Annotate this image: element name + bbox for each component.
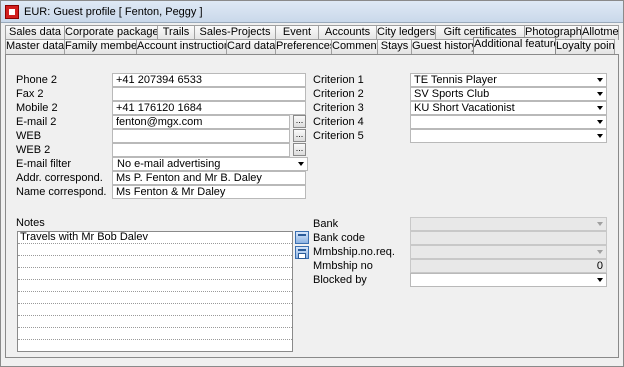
tab-guest-history[interactable]: Guest history	[411, 39, 474, 54]
tab-loyalty-points[interactable]: Loyalty points	[555, 39, 615, 54]
bank-select[interactable]	[410, 217, 607, 231]
tab-family-member[interactable]: Family member	[64, 39, 137, 54]
tab-card-data[interactable]: Card data	[226, 39, 276, 54]
tab-event[interactable]: Event	[275, 25, 319, 40]
criterion1-label: Criterion 1	[313, 74, 364, 86]
blocked-by-label: Blocked by	[313, 274, 367, 286]
email2-browse-button[interactable]: ...	[293, 115, 306, 128]
fax2-field[interactable]	[112, 87, 306, 101]
web-field[interactable]	[112, 129, 290, 143]
tab-trails[interactable]: Trails	[157, 25, 195, 40]
title-bar: EUR: Guest profile [ Fenton, Peggy ]	[1, 1, 623, 23]
tab-preferences[interactable]: Preferences	[275, 39, 332, 54]
mmbship-noreq-label: Mmbship.no.req.	[313, 246, 395, 258]
tab-city-ledgers[interactable]: City ledgers	[376, 25, 436, 40]
criterion1-select[interactable]: TE Tennis Player	[410, 73, 607, 87]
criterion2-value: SV Sports Club	[414, 88, 490, 100]
criterion4-select[interactable]	[410, 115, 607, 129]
tab-row-bottom: Master data Family member Account instru…	[5, 37, 615, 54]
phone2-field[interactable]: +41 207394 6533	[112, 73, 306, 87]
tab-sales-projects[interactable]: Sales-Projects	[194, 25, 276, 40]
bank-code-field[interactable]	[410, 231, 607, 245]
notes-line	[18, 316, 292, 328]
app-icon	[5, 4, 19, 19]
web-browse-button[interactable]: ...	[293, 129, 306, 142]
criterion4-label: Criterion 4	[313, 116, 364, 128]
blocked-by-select[interactable]	[410, 273, 607, 287]
notes-line	[18, 340, 292, 351]
mmbship-no-value: 0	[596, 260, 603, 272]
tab-stays[interactable]: Stays	[377, 39, 412, 54]
mmbship-no-field[interactable]: 0	[410, 259, 607, 273]
criterion5-select[interactable]	[410, 129, 607, 143]
notes-line	[18, 292, 292, 304]
notes-textarea[interactable]: Travels with Mr Bob Dalev	[17, 231, 293, 352]
bank-code-label: Bank code	[313, 232, 365, 244]
chevron-down-icon	[597, 78, 603, 82]
tab-account-instructions[interactable]: Account instructions	[136, 39, 227, 54]
tab-sales-data[interactable]: Sales data	[5, 25, 65, 40]
phone2-label: Phone 2	[16, 74, 57, 86]
web-label: WEB	[16, 130, 42, 142]
notes-line	[18, 304, 292, 316]
tab-comment[interactable]: Comment	[331, 39, 378, 54]
criterion2-label: Criterion 2	[313, 88, 364, 100]
notes-line	[18, 328, 292, 340]
chevron-down-icon	[597, 92, 603, 96]
email2-field[interactable]: fenton@mgx.com	[112, 115, 290, 129]
criterion1-value: TE Tennis Player	[414, 74, 497, 86]
mmbship-no-label: Mmbship no	[313, 260, 373, 272]
email-filter-label: E-mail filter	[16, 158, 72, 170]
criterion3-select[interactable]: KU Short Vacationist	[410, 101, 607, 115]
bank-label: Bank	[313, 218, 339, 230]
criterion3-value: KU Short Vacationist	[414, 102, 515, 114]
email-filter-value: No e-mail advertising	[117, 158, 221, 170]
fax2-label: Fax 2	[16, 88, 44, 100]
chevron-down-icon	[597, 134, 603, 138]
chevron-down-icon	[597, 250, 603, 254]
tab-corporate-package[interactable]: Corporate package	[64, 25, 158, 40]
notes-line	[18, 256, 292, 268]
tab-accounts[interactable]: Accounts	[318, 25, 377, 40]
notes-line: Travels with Mr Bob Dalev	[18, 232, 292, 244]
chevron-down-icon	[298, 162, 304, 166]
tab-additional-features[interactable]: Additional features	[473, 37, 556, 54]
notes-window-icon[interactable]	[295, 231, 309, 244]
mobile2-label: Mobile 2	[16, 102, 58, 114]
mobile2-field[interactable]: +41 176120 1684	[112, 101, 306, 115]
name-correspond-field[interactable]: Ms Fenton & Mr Daley	[112, 185, 306, 199]
tab-allotment[interactable]: Allotment	[581, 25, 619, 40]
notes-line	[18, 280, 292, 292]
notes-line	[18, 244, 292, 256]
web2-browse-button[interactable]: ...	[293, 143, 306, 156]
email-filter-select[interactable]: No e-mail advertising	[112, 157, 308, 171]
web2-field[interactable]	[112, 143, 290, 157]
web2-label: WEB 2	[16, 144, 51, 156]
chevron-down-icon	[597, 222, 603, 226]
notes-line	[18, 268, 292, 280]
criterion2-select[interactable]: SV Sports Club	[410, 87, 607, 101]
tab-master-data[interactable]: Master data	[5, 39, 65, 54]
additional-features-panel: Phone 2 +41 207394 6533 Fax 2 Mobile 2 +…	[5, 54, 619, 358]
name-correspond-label: Name correspond.	[16, 186, 107, 198]
mmbship-noreq-select[interactable]	[410, 245, 607, 259]
chevron-down-icon	[597, 106, 603, 110]
email2-label: E-mail 2	[16, 116, 57, 128]
notes-label: Notes	[16, 217, 45, 229]
chevron-down-icon	[597, 120, 603, 124]
chevron-down-icon	[597, 278, 603, 282]
notes-expand-icon[interactable]	[295, 246, 309, 259]
guest-profile-window: EUR: Guest profile [ Fenton, Peggy ] Sal…	[0, 0, 624, 367]
criterion5-label: Criterion 5	[313, 130, 364, 142]
addr-correspond-field[interactable]: Ms P. Fenton and Mr B. Daley	[112, 171, 306, 185]
criterion3-label: Criterion 3	[313, 102, 364, 114]
window-title: EUR: Guest profile [ Fenton, Peggy ]	[24, 5, 203, 18]
addr-correspond-label: Addr. correspond.	[16, 172, 103, 184]
